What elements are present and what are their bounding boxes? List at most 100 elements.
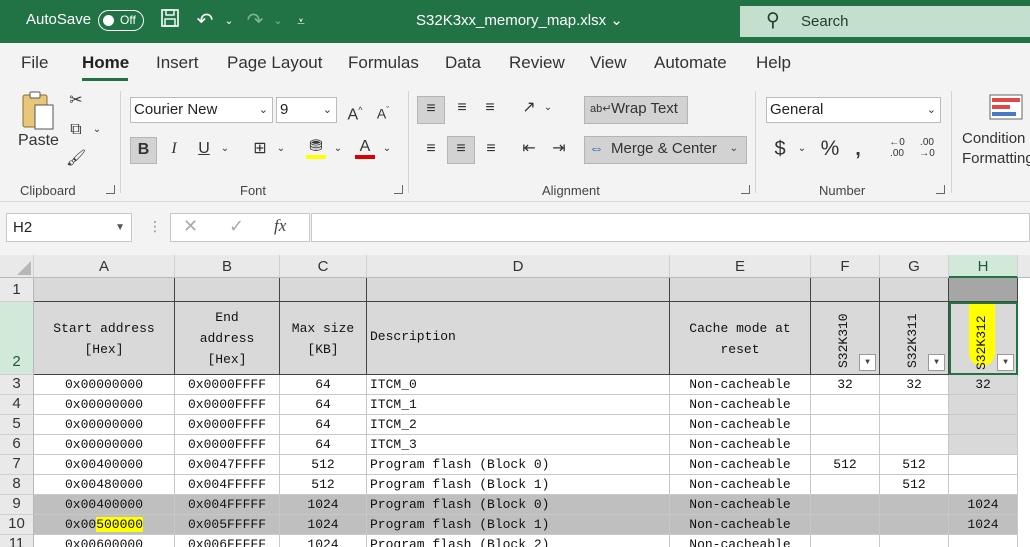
accounting-format-icon[interactable]: $ [770,137,790,161]
header-s32k311[interactable]: S32K311 ▼ [880,302,949,375]
tab-file[interactable]: File [21,53,48,73]
top-align-button[interactable]: ≡ [417,96,445,124]
decrease-indent-icon[interactable]: ⇤ [516,137,542,161]
cell-s32k311[interactable]: 512 [880,475,949,495]
row-header[interactable]: 11 [0,535,34,547]
increase-indent-icon[interactable]: ⇥ [546,137,572,161]
cell-s32k311[interactable] [880,495,949,515]
copy-dropdown-icon[interactable]: ⌄ [90,118,104,142]
cell-s32k311[interactable]: 32 [880,375,949,395]
cell-max-size[interactable]: 1024 [280,515,367,535]
column-header-c[interactable]: C [280,255,367,278]
cell-max-size[interactable]: 64 [280,415,367,435]
middle-align-button[interactable]: ≡ [449,96,475,120]
cell-s32k310[interactable]: 32 [811,375,880,395]
header-description[interactable]: Description [367,302,670,375]
cell-s32k311[interactable] [880,515,949,535]
cell-s32k310[interactable] [811,495,880,515]
wrap-text-button[interactable]: ab↵ Wrap Text [584,96,688,124]
tab-review[interactable]: Review [509,53,565,73]
cell-s32k310[interactable] [811,415,880,435]
tab-automate[interactable]: Automate [654,53,727,73]
cell-s32k310[interactable] [811,515,880,535]
cell-s32k311[interactable] [880,535,949,547]
conditional-formatting-icon[interactable] [987,93,1025,123]
cell-s32k311[interactable] [880,415,949,435]
header-s32k312[interactable]: S32K312 ▼ [949,302,1018,375]
cell-description[interactable]: Program flash (Block 2) [367,535,670,547]
cell-cache-mode[interactable]: Non-cacheable [670,495,811,515]
cell-start-address[interactable]: 0x00000000 [34,395,175,415]
cell-cache-mode[interactable]: Non-cacheable [670,475,811,495]
row-header[interactable]: 3 [0,375,34,395]
select-all-corner[interactable] [0,255,34,278]
cell-s32k312[interactable]: 1024 [949,515,1018,535]
column-header-e[interactable]: E [670,255,811,278]
header-s32k310[interactable]: S32K310 ▼ [811,302,880,375]
cell-s32k311[interactable] [880,435,949,455]
tab-view[interactable]: View [590,53,627,73]
autosave-toggle[interactable]: Off [98,10,144,31]
cell-description[interactable]: Program flash (Block 1) [367,515,670,535]
row-header[interactable]: 2 [0,302,34,375]
increase-font-size-icon[interactable]: A^ [342,98,368,127]
underline-dropdown-icon[interactable]: ⌄ [218,137,232,161]
header-start-address[interactable]: Start address [Hex] [34,302,175,375]
cell-s32k312[interactable] [949,535,1018,547]
cell-end-address[interactable]: 0x006FFFFF [175,535,280,547]
format-painter-icon[interactable]: 🖌 [66,147,86,171]
cell-s32k312[interactable] [949,415,1018,435]
row-header[interactable]: 6 [0,435,34,455]
cell-cache-mode[interactable]: Non-cacheable [670,415,811,435]
redo-icon[interactable]: ↷ [243,8,267,34]
align-center-button[interactable]: ≡ [447,136,475,164]
cell-s32k312[interactable]: 1024 [949,495,1018,515]
column-header-a[interactable]: A [34,255,175,278]
font-name-select[interactable]: Courier New ⌄ [130,97,273,123]
cell-s32k310[interactable] [811,475,880,495]
paste-button[interactable]: Paste [18,129,59,153]
cell-s32k312[interactable] [949,395,1018,415]
cell-d1[interactable] [367,278,670,302]
redo-dropdown-icon[interactable]: ⌄ [266,8,290,34]
cell-cache-mode[interactable]: Non-cacheable [670,515,811,535]
cell-cache-mode[interactable]: Non-cacheable [670,395,811,415]
column-header-d[interactable]: D [367,255,670,278]
copy-icon[interactable]: ⧉ [66,118,86,142]
cell-cache-mode[interactable]: Non-cacheable [670,375,811,395]
cell-b1[interactable] [175,278,280,302]
cell-a1[interactable] [34,278,175,302]
row-header[interactable]: 10 [0,515,34,535]
formula-bar-splitter-icon[interactable]: ⋮ [148,218,162,235]
tab-formulas[interactable]: Formulas [348,53,419,73]
cell-start-address[interactable]: 0x00500000 [34,515,175,535]
cell-end-address[interactable]: 0x004FFFFF [175,475,280,495]
cell-end-address[interactable]: 0x0000FFFF [175,435,280,455]
row-header[interactable]: 9 [0,495,34,515]
insert-function-icon[interactable]: fx [274,216,286,236]
align-left-button[interactable]: ≡ [417,137,445,161]
cell-cache-mode[interactable]: Non-cacheable [670,435,811,455]
name-box[interactable]: H2 ▼ [6,213,132,242]
percent-style-icon[interactable]: % [817,137,843,161]
row-header[interactable]: 1 [0,278,34,302]
paste-icon[interactable] [18,89,58,133]
search-box[interactable]: ⚲ Search [740,6,1030,37]
cell-description[interactable]: Program flash (Block 0) [367,495,670,515]
enter-icon[interactable]: ✓ [229,216,244,237]
cell-start-address[interactable]: 0x00000000 [34,435,175,455]
cell-end-address[interactable]: 0x0000FFFF [175,375,280,395]
borders-icon[interactable]: ⊞ [248,137,272,161]
tab-help[interactable]: Help [756,53,791,73]
undo-dropdown-icon[interactable]: ⌄ [217,8,241,34]
number-launcher-icon[interactable] [936,185,945,194]
cut-icon[interactable]: ✂ [66,89,86,113]
bottom-align-button[interactable]: ≡ [477,96,503,120]
orientation-icon[interactable]: ↗ [517,96,541,120]
row-header[interactable]: 5 [0,415,34,435]
cell-g1[interactable] [880,278,949,302]
filter-dropdown-icon[interactable]: ▼ [928,354,945,371]
formula-input[interactable] [311,213,1030,242]
header-end-address[interactable]: End address [Hex] [175,302,280,375]
cell-max-size[interactable]: 1024 [280,495,367,515]
